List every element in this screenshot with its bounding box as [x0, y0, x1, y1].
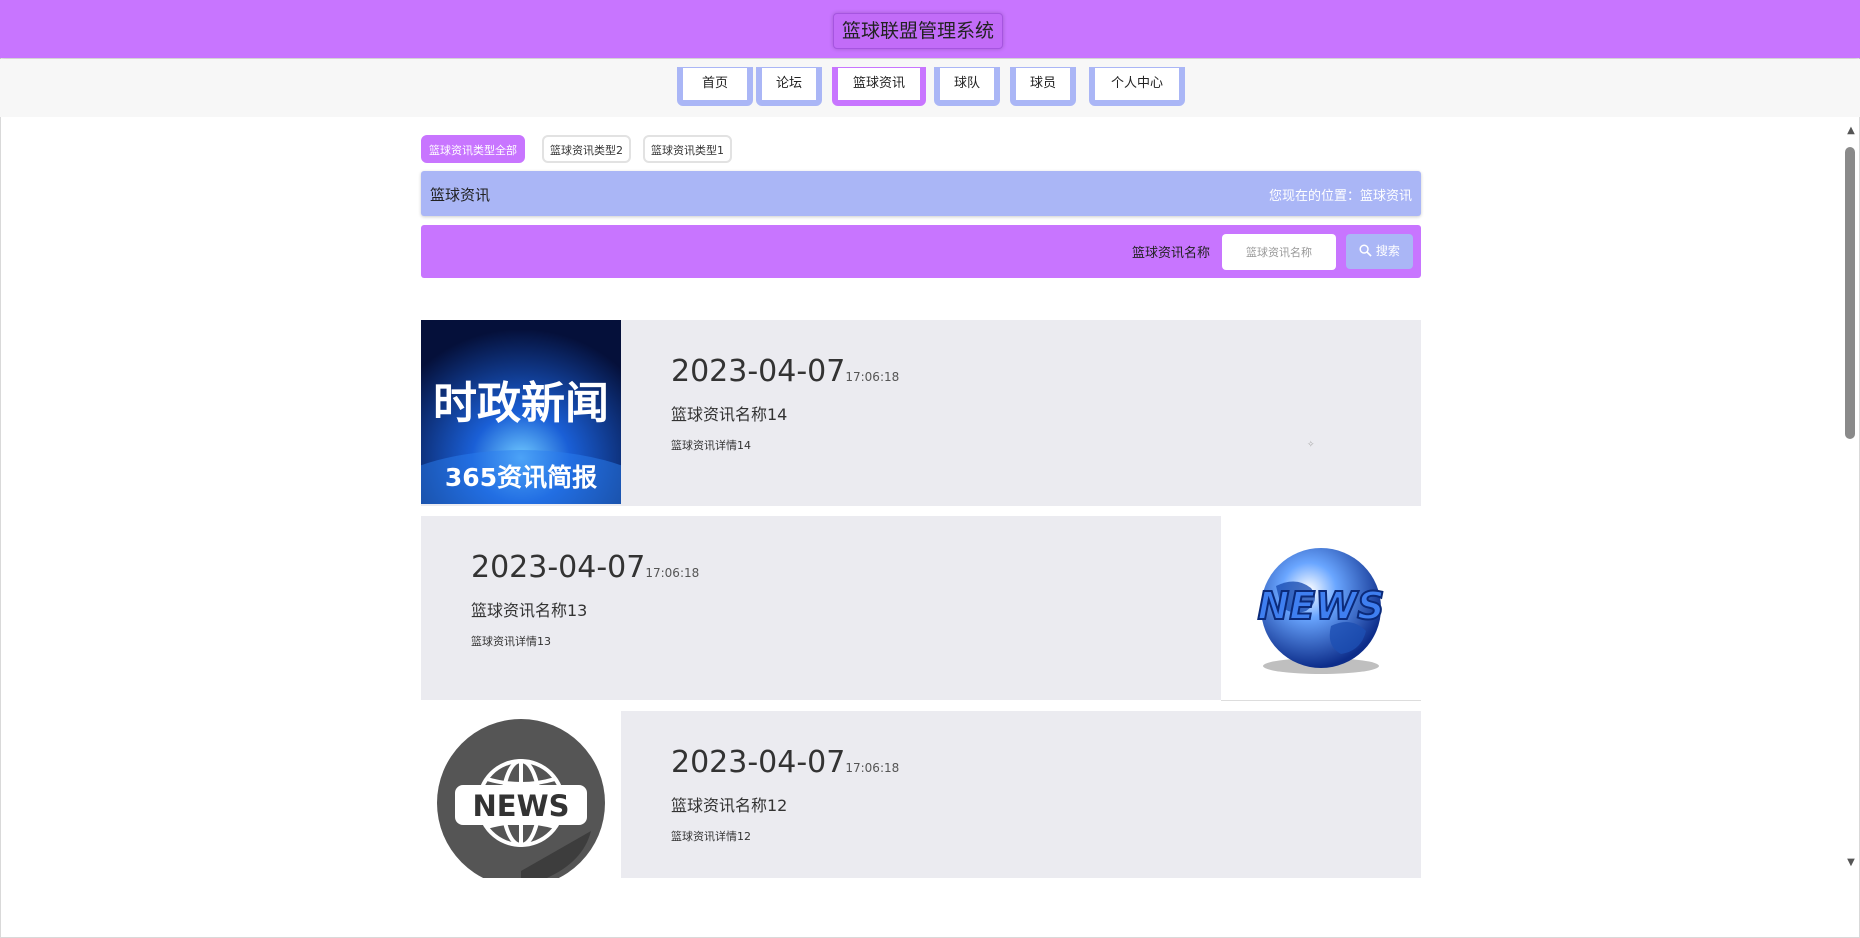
search-bar: 篮球资讯名称 搜索	[421, 225, 1421, 278]
search-input[interactable]	[1222, 234, 1336, 270]
app-title: 篮球联盟管理系统	[833, 13, 1004, 49]
news-title: 篮球资讯名称14	[671, 405, 788, 424]
scrollbar-thumb[interactable]	[1845, 147, 1855, 439]
news-image: NEWS	[421, 711, 621, 878]
news-time: 17:06:18	[845, 370, 900, 384]
news-image: 时政新闻 365资讯简报	[421, 320, 621, 504]
news-detail: 篮球资讯详情13	[471, 635, 551, 648]
news-detail: 篮球资讯详情14	[671, 439, 751, 452]
filter-tab-type2[interactable]: 篮球资讯类型2	[542, 135, 631, 163]
news-card[interactable]: 时政新闻 365资讯简报 2023-04-0717:06:18 篮球资讯名称14…	[421, 320, 1421, 506]
scroll-up-icon[interactable]: ▲	[1843, 124, 1859, 138]
news-image-text-bottom: 365资讯简报	[445, 463, 597, 492]
filter-tab-type1[interactable]: 篮球资讯类型1	[643, 135, 732, 163]
search-button-label: 搜索	[1375, 244, 1400, 258]
news-detail: 篮球资讯详情12	[671, 830, 751, 843]
news-time: 17:06:18	[845, 761, 900, 775]
news-image-text: NEWS	[1257, 584, 1384, 628]
scroll-down-icon[interactable]: ▼	[1843, 856, 1859, 870]
nav-item-forum[interactable]: 论坛	[756, 67, 822, 106]
news-text: 2023-04-0717:06:18 篮球资讯名称13 篮球资讯详情13	[471, 550, 699, 649]
news-text: 2023-04-0717:06:18 篮球资讯名称12 篮球资讯详情12	[671, 745, 899, 844]
filter-tab-all[interactable]: 篮球资讯类型全部	[421, 135, 525, 163]
news-card[interactable]: 2023-04-0717:06:18 篮球资讯名称13 篮球资讯详情13 NEW…	[421, 516, 1421, 701]
news-text: 2023-04-0717:06:18 篮球资讯名称14 篮球资讯详情14	[671, 354, 899, 453]
news-title: 篮球资讯名称13	[471, 601, 588, 620]
news-time: 17:06:18	[645, 566, 700, 580]
news-image-text: NEWS	[473, 789, 570, 823]
news-date-row: 2023-04-0717:06:18	[471, 550, 699, 585]
news-image-text-top: 时政新闻	[433, 378, 609, 429]
nav-item-players[interactable]: 球员	[1010, 67, 1076, 106]
main-nav: 首页 论坛 篮球资讯 球队 球员 个人中心	[0, 59, 1860, 117]
search-button[interactable]: 搜索	[1346, 234, 1413, 269]
news-card[interactable]: NEWS 2023-04-0717:06:18 篮球资讯名称12 篮球资讯详情1…	[421, 711, 1421, 878]
section-title: 篮球资讯	[430, 186, 491, 204]
nav-item-profile[interactable]: 个人中心	[1089, 67, 1185, 106]
news-date: 2023-04-07	[471, 550, 646, 585]
app-header: 篮球联盟管理系统	[0, 0, 1860, 58]
search-label: 篮球资讯名称	[1132, 246, 1211, 261]
search-icon	[1359, 244, 1372, 257]
nav-item-home[interactable]: 首页	[677, 67, 753, 106]
news-date: 2023-04-07	[671, 745, 846, 780]
news-date-row: 2023-04-0717:06:18	[671, 745, 899, 780]
nav-item-teams[interactable]: 球队	[934, 67, 1000, 106]
news-date-row: 2023-04-0717:06:18	[671, 354, 899, 389]
divider	[1221, 700, 1421, 701]
nav-item-news[interactable]: 篮球资讯	[832, 67, 926, 106]
news-image: NEWS	[1221, 516, 1421, 700]
news-date: 2023-04-07	[671, 354, 846, 389]
cursor-icon: ✧	[1307, 440, 1315, 450]
news-title: 篮球资讯名称12	[671, 796, 788, 815]
breadcrumb: 您现在的位置：篮球资讯	[1268, 189, 1412, 204]
section-title-bar: 篮球资讯 您现在的位置：篮球资讯	[421, 171, 1421, 216]
